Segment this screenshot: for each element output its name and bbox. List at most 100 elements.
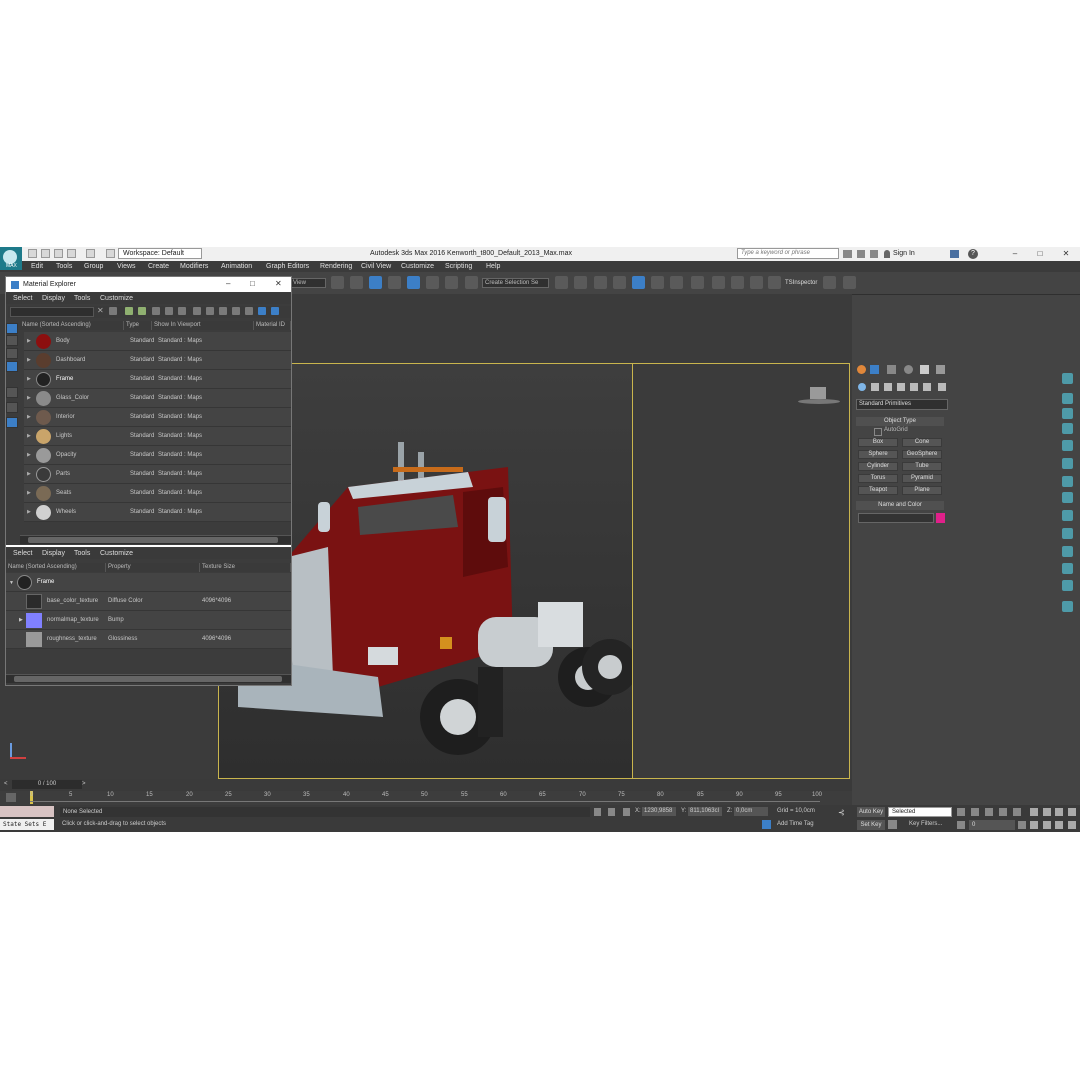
menu-group[interactable]: Group <box>84 263 103 270</box>
time-slider[interactable]: < 0 / 100 > <box>0 779 852 791</box>
col-show-header[interactable]: Show In Viewport <box>152 321 254 330</box>
add-time-tag-button[interactable]: Add Time Tag <box>777 821 814 827</box>
collapse-arrow-icon[interactable]: ▼ <box>9 580 14 586</box>
render-iterative-icon[interactable] <box>768 276 781 289</box>
col-name-header[interactable]: Name (Sorted Ascending) <box>20 321 124 330</box>
expand-arrow-icon[interactable]: ▶ <box>27 452 31 458</box>
tool-icon-7[interactable] <box>1062 476 1073 487</box>
auto-key-button[interactable]: Auto Key <box>857 807 885 817</box>
lower-parent-row[interactable]: ▼ Frame <box>6 573 291 592</box>
select-children-icon[interactable] <box>219 307 227 315</box>
tool-icon-8[interactable] <box>1062 492 1073 503</box>
view-coordinate-dropdown[interactable]: View <box>290 278 326 288</box>
scrollbar-thumb[interactable] <box>28 537 278 543</box>
systems-icon[interactable] <box>938 383 946 391</box>
menu-scripting[interactable]: Scripting <box>445 263 472 270</box>
material-row-opacity[interactable]: ▶ Opacity Standard Standard : Maps <box>24 446 291 465</box>
material-row-wheels[interactable]: ▶ Wheels Standard Standard : Maps <box>24 503 291 522</box>
tool-icon-9[interactable] <box>1062 510 1073 521</box>
tool-icon-1[interactable] <box>1062 373 1073 384</box>
display-geometry-icon[interactable] <box>125 307 133 315</box>
tool-icon-4[interactable] <box>1062 423 1073 434</box>
menu-customize[interactable]: Customize <box>401 263 434 270</box>
close-icon[interactable]: ✕ <box>275 279 282 288</box>
minimize-icon[interactable]: – <box>226 279 230 288</box>
y-coordinate-field[interactable]: 811,1063cl <box>688 807 722 816</box>
viewcube[interactable] <box>798 387 840 411</box>
display-sub-materials-icon[interactable] <box>6 387 18 398</box>
expand-arrow-icon[interactable]: ▶ <box>27 395 31 401</box>
col-material-id-header[interactable]: Material ID <box>254 321 291 330</box>
menu-animation[interactable]: Animation <box>221 263 252 270</box>
material-editor-icon[interactable] <box>670 276 683 289</box>
time-slider-next[interactable]: > <box>82 781 86 787</box>
utilities-tab-icon[interactable] <box>936 365 945 374</box>
pin-icon[interactable] <box>843 276 856 289</box>
expand-arrow-icon[interactable]: ▶ <box>27 490 31 496</box>
tool-icon-6[interactable] <box>1062 458 1073 469</box>
material-row-dashboard[interactable]: ▶ Dashboard Standard Standard : Maps <box>24 351 291 370</box>
tool-icon-11[interactable] <box>1062 546 1073 557</box>
cylinder-button[interactable]: Cylinder <box>858 462 898 471</box>
find-icon[interactable] <box>206 307 214 315</box>
sphere-button[interactable]: Sphere <box>858 450 898 459</box>
display-tab-icon[interactable] <box>920 365 929 374</box>
menu-civil-view[interactable]: Civil View <box>361 263 391 270</box>
material-row-seats[interactable]: ▶ Seats Standard Standard : Maps <box>24 484 291 503</box>
field-of-view-icon[interactable] <box>1030 821 1038 829</box>
lower-col-texture-size-header[interactable]: Texture Size <box>200 563 291 572</box>
expand-arrow-icon[interactable]: ▶ <box>27 433 31 439</box>
menu-tools[interactable]: Tools <box>56 263 72 270</box>
shapes-icon[interactable] <box>871 383 879 391</box>
snap-3d-icon[interactable] <box>388 276 401 289</box>
menu-customize[interactable]: Customize <box>100 550 133 557</box>
cone-button[interactable]: Cone <box>902 438 942 447</box>
current-frame-field[interactable]: 0 <box>969 820 1015 830</box>
plane-button[interactable]: Plane <box>902 486 942 495</box>
hierarchy-tab-icon[interactable] <box>887 365 896 374</box>
by-material-icon[interactable] <box>6 417 18 428</box>
lights-icon[interactable] <box>884 383 892 391</box>
object-name-input[interactable] <box>858 513 934 523</box>
tool-icon-2[interactable] <box>1062 393 1073 404</box>
time-tag-icon[interactable] <box>762 820 771 829</box>
object-type-rollout[interactable]: Object Type <box>856 417 944 426</box>
lower-horizontal-scrollbar[interactable] <box>6 674 291 683</box>
autogrid-checkbox[interactable] <box>874 428 882 436</box>
orbit-icon[interactable] <box>1055 821 1063 829</box>
menu-help[interactable]: Help <box>486 263 500 270</box>
mirror-icon[interactable] <box>555 276 568 289</box>
zoom-extents-icon[interactable] <box>1055 808 1063 816</box>
display-unused-maps-icon[interactable] <box>6 402 18 413</box>
expand-arrow-icon[interactable]: ▶ <box>27 471 31 477</box>
track-bar[interactable]: 0 5 10 15 20 25 30 35 40 45 50 55 60 65 … <box>0 791 852 805</box>
menu-select[interactable]: Select <box>13 295 32 302</box>
selection-set-dropdown[interactable]: Create Selection Se <box>482 278 549 288</box>
workspace-dropdown[interactable]: Workspace: Default <box>118 248 202 259</box>
filter-input[interactable] <box>10 307 94 317</box>
material-show[interactable]: Standard : Maps <box>158 490 202 496</box>
time-config-icon[interactable] <box>1018 821 1026 829</box>
binoculars-icon[interactable] <box>843 250 852 258</box>
geosphere-button[interactable]: GeoSphere <box>902 450 942 459</box>
tsinspector-icon[interactable] <box>823 276 836 289</box>
clear-filter-icon[interactable]: ✕ <box>97 306 104 315</box>
schematic-view-icon[interactable] <box>651 276 664 289</box>
display-materials-side-icon[interactable] <box>6 335 18 346</box>
close-icon[interactable]: ✕ <box>1059 249 1073 259</box>
menu-create[interactable]: Create <box>148 263 169 270</box>
maximize-viewport-icon[interactable] <box>1068 821 1076 829</box>
maximize-icon[interactable]: □ <box>1033 249 1047 259</box>
time-slider-thumb[interactable]: 0 / 100 <box>12 780 82 789</box>
teapot-button[interactable]: Teapot <box>858 486 898 495</box>
isolate-selection-icon[interactable] <box>594 808 601 816</box>
torus-button[interactable]: Torus <box>858 474 898 483</box>
project-folder-icon[interactable] <box>106 249 115 258</box>
col-type-header[interactable]: Type <box>124 321 152 330</box>
expand-arrow-icon[interactable]: ▶ <box>27 338 31 344</box>
tool-icon-14[interactable] <box>1062 601 1073 612</box>
menu-display[interactable]: Display <box>42 295 65 302</box>
material-show[interactable]: Standard : Maps <box>158 338 202 344</box>
tool-icon-3[interactable] <box>1062 408 1073 419</box>
key-mode-toggle-icon[interactable] <box>957 821 965 829</box>
